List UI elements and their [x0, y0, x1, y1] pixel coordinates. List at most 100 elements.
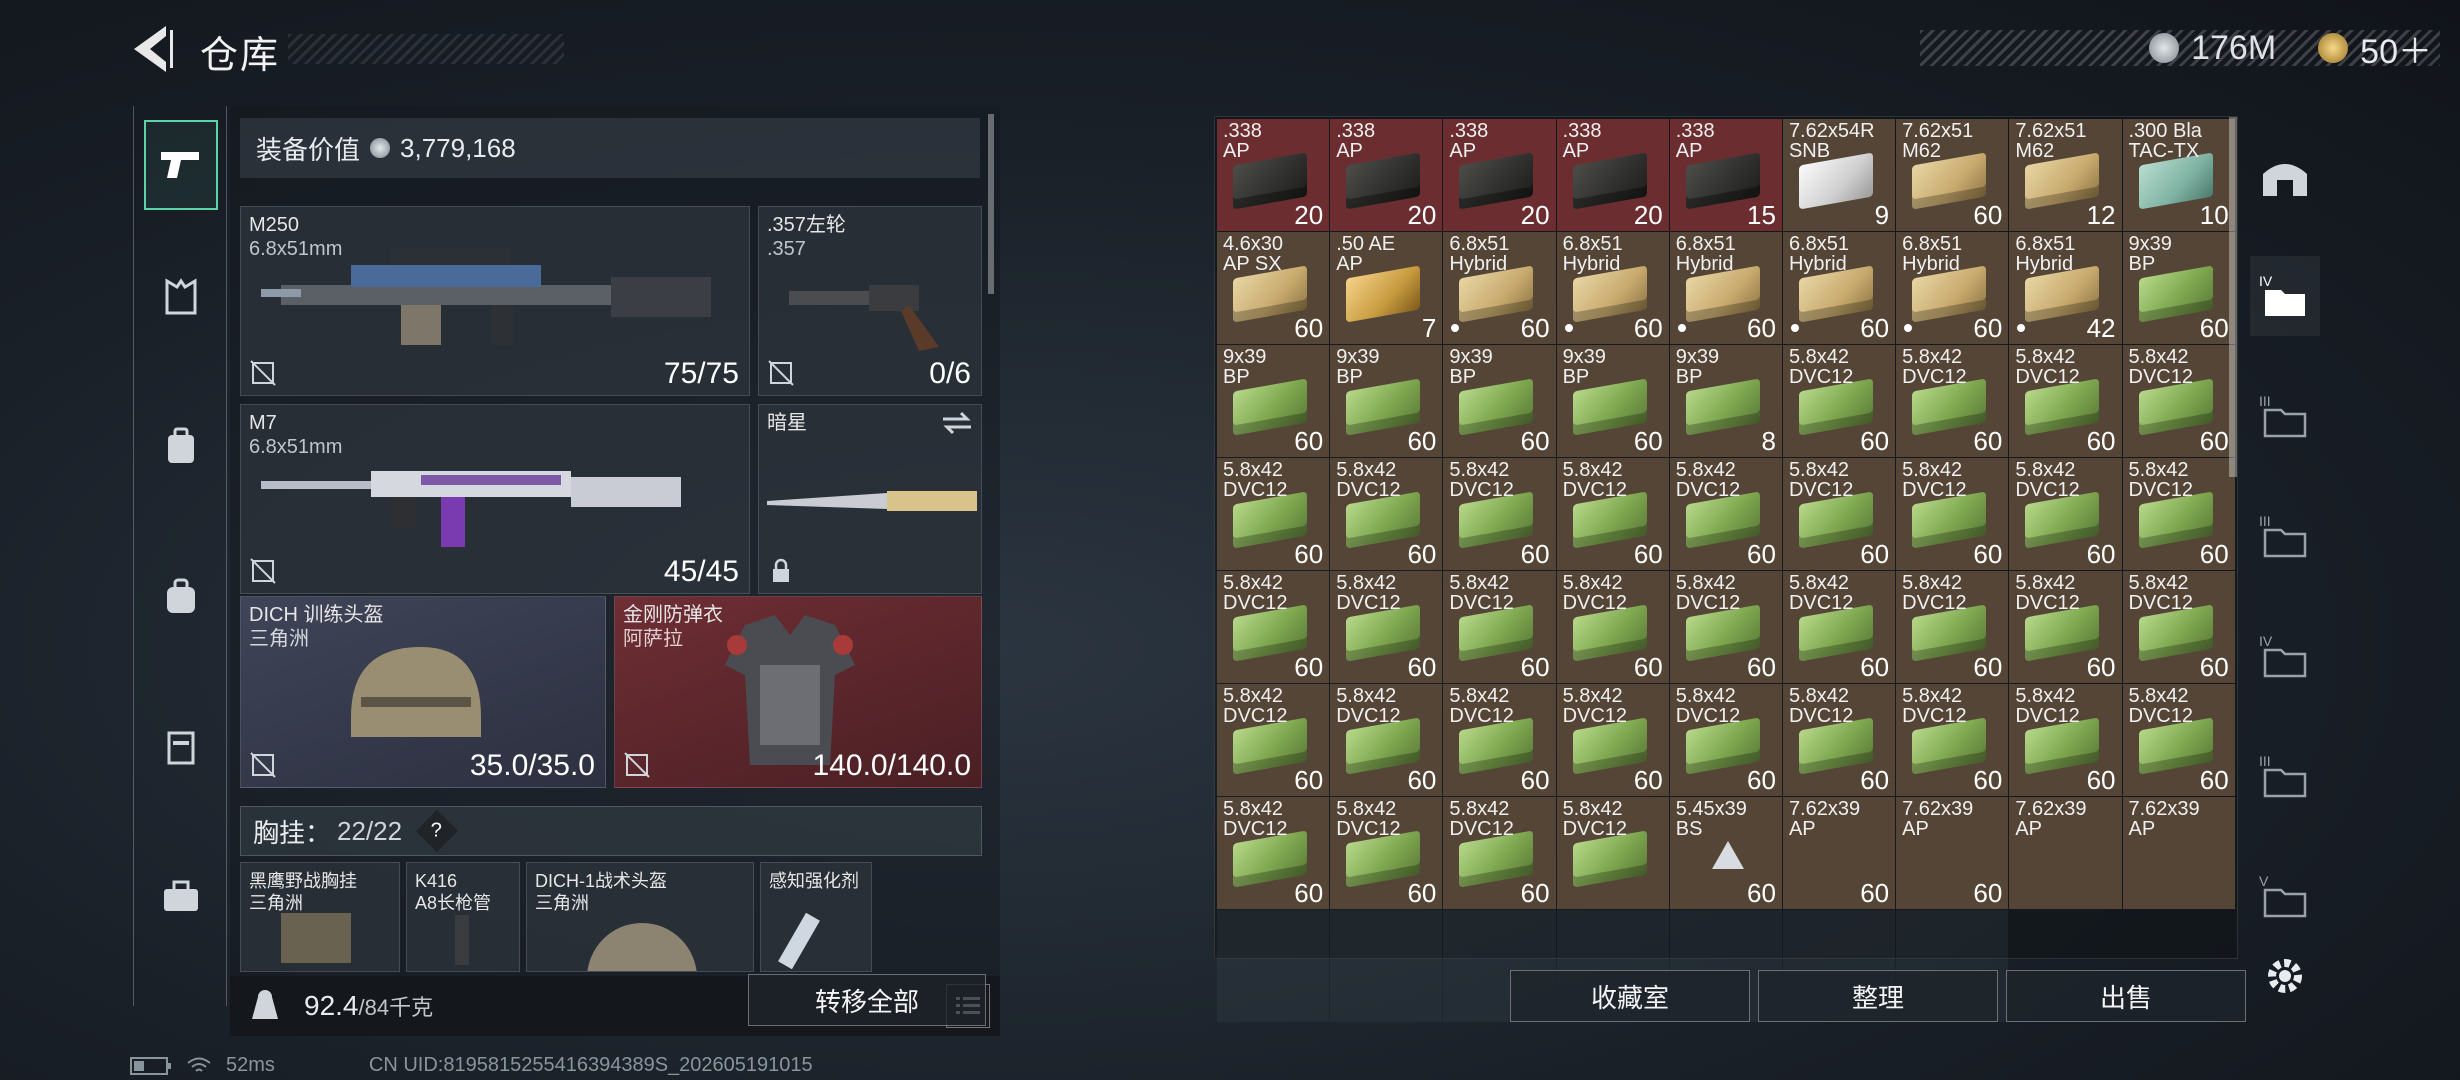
stash-item[interactable]: 5.8x42 DVC12 60: [1669, 571, 1782, 683]
stash-item[interactable]: 5.8x42 DVC12 60: [1896, 571, 2009, 683]
stash-item[interactable]: 5.8x42 DVC12 60: [1217, 571, 1330, 683]
stash-item[interactable]: 5.8x42 DVC12 60: [1896, 458, 2009, 570]
stash-item[interactable]: 7.62x39 AP: [2122, 797, 2235, 909]
settings-button[interactable]: [2250, 936, 2320, 1016]
stash-item[interactable]: 6.8x51 Hybrid 60: [1896, 232, 2009, 344]
stash-item[interactable]: 9x39 BP 60: [1556, 345, 1669, 457]
stash-item[interactable]: 5.8x42 DVC12 60: [1896, 684, 2009, 796]
stash-item[interactable]: 6.8x51 Hybrid 60: [1669, 232, 1782, 344]
stash-item[interactable]: 9x39 BP 60: [2122, 232, 2235, 344]
stash-tab-4[interactable]: IV: [2250, 256, 2320, 336]
stash-item[interactable]: 5.8x42 DVC12 60: [1556, 458, 1669, 570]
stash-item[interactable]: 5.8x42 DVC12 60: [1556, 571, 1669, 683]
stash-tab-3a[interactable]: III: [2250, 376, 2320, 456]
stash-item[interactable]: 9x39 BP 8: [1669, 345, 1782, 457]
transfer-all-button[interactable]: 转移全部: [748, 974, 986, 1026]
stash-item[interactable]: 5.8x42 DVC12 60: [1330, 571, 1443, 683]
slot-helmet[interactable]: DICH 训练头盔 三角洲 35.0/35.0: [240, 596, 606, 788]
stash-item[interactable]: 7.62x51 M62 12: [2009, 119, 2122, 231]
stash-item[interactable]: 5.8x42 DVC12 60: [2122, 345, 2235, 457]
stash-item[interactable]: 5.8x42 DVC12 60: [1217, 684, 1330, 796]
stash-tab-3c[interactable]: III: [2250, 736, 2320, 816]
stash-item[interactable]: 5.8x42 DVC12 60: [1330, 458, 1443, 570]
stash-item[interactable]: 5.8x42 DVC12 60: [1443, 571, 1556, 683]
stash-item[interactable]: 5.8x42 DVC12 60: [1217, 797, 1330, 909]
nav-case[interactable]: [144, 702, 218, 792]
stash-item[interactable]: 6.8x51 Hybrid 42: [2009, 232, 2122, 344]
slot-armor[interactable]: 金刚防弹衣 阿萨拉 140.0/140.0: [614, 596, 982, 788]
stash-item[interactable]: .338 AP 15: [1669, 119, 1782, 231]
stash-item[interactable]: 5.8x42 DVC12 60: [1669, 684, 1782, 796]
stash-item[interactable]: 5.8x42 DVC12 60: [2009, 458, 2122, 570]
stash-item[interactable]: 4.6x30 AP SX 60: [1217, 232, 1330, 344]
back-button[interactable]: [130, 22, 180, 76]
organize-button[interactable]: 整理: [1758, 970, 1998, 1022]
stash-item[interactable]: 5.8x42 DVC12 60: [1782, 684, 1896, 796]
stash-item[interactable]: .338 AP 20: [1330, 119, 1443, 231]
stash-item[interactable]: 6.8x51 Hybrid 60: [1782, 232, 1896, 344]
item-caliber: 7.62x39: [2015, 798, 2087, 820]
stash-item[interactable]: 9x39 BP 60: [1443, 345, 1556, 457]
stash-item[interactable]: 5.45x39 BS 60: [1669, 797, 1782, 909]
scrollbar[interactable]: [988, 114, 994, 294]
stash-tab-5[interactable]: V: [2250, 856, 2320, 936]
stash-item[interactable]: 7.62x51 M62 60: [1896, 119, 2009, 231]
stash-item[interactable]: 5.8x42 DVC12 60: [1443, 684, 1556, 796]
stash-item[interactable]: 7.62x39 AP 60: [1896, 797, 2009, 909]
stash-item[interactable]: 5.8x42 DVC12: [1556, 797, 1669, 909]
stash-item[interactable]: 5.8x42 DVC12 60: [1782, 345, 1896, 457]
stash-item[interactable]: .338 AP 20: [1217, 119, 1330, 231]
nav-briefcase[interactable]: [144, 852, 218, 942]
slot-melee[interactable]: 暗星: [758, 404, 982, 594]
stash-item[interactable]: 5.8x42 DVC12 60: [1443, 458, 1556, 570]
rig-item-stim[interactable]: 感知强化剂: [760, 862, 872, 972]
stash-item[interactable]: 5.8x42 DVC12 60: [2009, 345, 2122, 457]
nav-weapons[interactable]: [144, 120, 218, 210]
stash-item[interactable]: 7.62x54R SNB 9: [1782, 119, 1896, 231]
stash-item[interactable]: 5.8x42 DVC12 60: [2122, 684, 2235, 796]
collection-room-button[interactable]: 收藏室: [1510, 970, 1750, 1022]
stash-item[interactable]: 5.8x42 DVC12 60: [1669, 458, 1782, 570]
slot-secondary-weapon[interactable]: M7 6.8x51mm 45/45: [240, 404, 750, 594]
stash-item[interactable]: .338 AP 20: [1556, 119, 1669, 231]
stash-item[interactable]: 5.8x42 DVC12 60: [1782, 458, 1896, 570]
stash-item[interactable]: 7.62x39 AP 60: [1782, 797, 1896, 909]
stash-item[interactable]: 5.8x42 DVC12 60: [1330, 684, 1443, 796]
stash-item[interactable]: 5.8x42 DVC12 60: [2122, 571, 2235, 683]
rig-item-barrel[interactable]: K416 A8长枪管: [406, 862, 520, 972]
folder-outline-icon: III: [2259, 393, 2307, 438]
nav-backpack[interactable]: [144, 402, 218, 492]
slot-sidearm[interactable]: .357左轮 .357 0/6: [758, 206, 982, 396]
swap-icon[interactable]: [941, 411, 973, 435]
stash-item[interactable]: 6.8x51 Hybrid 60: [1556, 232, 1669, 344]
stash-tab-home[interactable]: [2250, 136, 2320, 216]
stash-item[interactable]: 5.8x42 DVC12 60: [1556, 684, 1669, 796]
stash-item[interactable]: 5.8x42 DVC12 60: [1896, 345, 2009, 457]
empty-slot[interactable]: [1217, 910, 1330, 1022]
stash-item[interactable]: .50 AE AP 7: [1330, 232, 1443, 344]
stash-item[interactable]: 5.8x42 DVC12 60: [2009, 684, 2122, 796]
stash-item[interactable]: .300 Bla TAC-TX 10: [2122, 119, 2235, 231]
help-icon[interactable]: ?: [415, 809, 459, 853]
stash-item[interactable]: 5.8x42 DVC12 60: [2009, 571, 2122, 683]
nav-rig[interactable]: [144, 252, 218, 342]
stash-item[interactable]: 5.8x42 DVC12 60: [1330, 797, 1443, 909]
slot-primary-weapon[interactable]: M250 6.8x51mm 75/75: [240, 206, 750, 396]
stash-tab-4b[interactable]: IV: [2250, 616, 2320, 696]
stash-item[interactable]: 6.8x51 Hybrid 60: [1443, 232, 1556, 344]
empty-slot[interactable]: [1330, 910, 1443, 1022]
stash-scrollbar[interactable]: [2229, 117, 2237, 477]
nav-pack[interactable]: [144, 552, 218, 642]
stash-item[interactable]: 9x39 BP 60: [1330, 345, 1443, 457]
stash-item[interactable]: .338 AP 20: [1443, 119, 1556, 231]
stash-item[interactable]: 7.62x39 AP: [2009, 797, 2122, 909]
rig-item-helmet[interactable]: DICH-1战术头盔 三角洲: [526, 862, 754, 972]
sell-button[interactable]: 出售: [2006, 970, 2246, 1022]
stash-item[interactable]: 5.8x42 DVC12 60: [2122, 458, 2235, 570]
stash-item[interactable]: 9x39 BP 60: [1217, 345, 1330, 457]
stash-item[interactable]: 5.8x42 DVC12 60: [1443, 797, 1556, 909]
stash-item[interactable]: 5.8x42 DVC12 60: [1217, 458, 1330, 570]
stash-item[interactable]: 5.8x42 DVC12 60: [1782, 571, 1896, 683]
rig-item-vest[interactable]: 黑鹰野战胸挂 三角洲: [240, 862, 400, 972]
stash-tab-3b[interactable]: III: [2250, 496, 2320, 576]
